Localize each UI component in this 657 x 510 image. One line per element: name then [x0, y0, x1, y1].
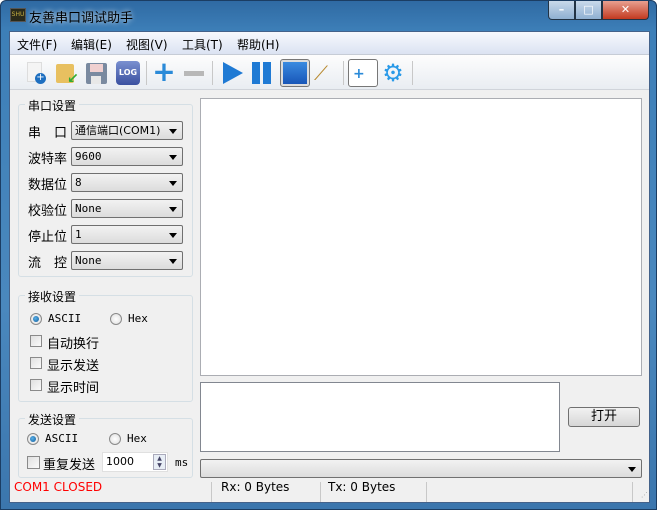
toolbar-separator: [212, 61, 213, 85]
data-bits-value: 8: [75, 176, 82, 189]
send-ascii-radio[interactable]: [27, 433, 39, 445]
send-ascii-label: ASCII: [45, 432, 79, 445]
send-settings-title: 发送设置: [25, 411, 80, 428]
save-icon[interactable]: [84, 61, 108, 85]
menu-tools[interactable]: 工具(T): [182, 36, 223, 53]
resize-grip-icon[interactable]: ⋰: [641, 491, 648, 499]
tx-count: Tx: 0 Bytes: [328, 480, 396, 494]
baud-rate-value: 9600: [75, 150, 102, 163]
play-icon[interactable]: [220, 61, 244, 85]
clear-broom-icon[interactable]: ⟋: [314, 61, 338, 85]
add-icon[interactable]: +: [152, 58, 176, 86]
toolbar: + ↙ LOG + ⟋ + ⚙: [10, 54, 649, 90]
send-hex-label: Hex: [127, 432, 147, 445]
window-title: 友善串口调试助手: [29, 11, 134, 26]
status-separator: [426, 482, 427, 502]
menu-bar: 文件(F) 编辑(E) 视图(V) 工具(T) 帮助(H): [10, 32, 649, 54]
receive-ascii-label: ASCII: [48, 312, 82, 325]
repeat-interval-input[interactable]: 1000 ▲ ▼: [102, 452, 168, 472]
port-label: 串 口: [28, 126, 68, 141]
menu-edit[interactable]: 编辑(E): [71, 36, 112, 53]
flow-control-select[interactable]: None: [71, 251, 183, 270]
menu-help[interactable]: 帮助(H): [237, 36, 279, 53]
interval-spinner[interactable]: ▲ ▼: [153, 454, 166, 470]
chevron-down-icon: [169, 181, 177, 186]
send-hex-radio[interactable]: [109, 433, 121, 445]
auto-wrap-label: 自动换行: [47, 337, 100, 352]
repeat-send-checkbox[interactable]: [27, 456, 40, 469]
baud-rate-label: 波特率: [28, 152, 68, 167]
show-time-label: 显示时间: [47, 381, 100, 396]
send-text-area[interactable]: [200, 382, 560, 452]
receive-settings-group: 接收设置: [18, 288, 193, 402]
client-area: 文件(F) 编辑(E) 视图(V) 工具(T) 帮助(H) + ↙ LOG + …: [9, 31, 650, 503]
app-window: SHU 友善串口调试助手 – □ ✕ 文件(F) 编辑(E) 视图(V) 工具(…: [0, 0, 657, 510]
show-sent-label: 显示发送: [47, 359, 100, 374]
parity-select[interactable]: None: [71, 199, 183, 218]
chevron-down-icon: [169, 233, 177, 238]
auto-wrap-checkbox[interactable]: [30, 335, 42, 347]
data-bits-select[interactable]: 8: [71, 173, 183, 192]
toolbar-separator: [343, 61, 344, 85]
status-separator: [632, 482, 633, 502]
app-icon: SHU: [10, 8, 26, 22]
baud-rate-select[interactable]: 9600: [71, 147, 183, 166]
show-time-checkbox[interactable]: [30, 379, 42, 391]
parity-label: 校验位: [28, 204, 68, 219]
receive-hex-label: Hex: [128, 312, 148, 325]
menu-view[interactable]: 视图(V): [126, 36, 168, 53]
rx-count: Rx: 0 Bytes: [221, 480, 290, 494]
flow-control-label: 流 控: [28, 256, 68, 271]
toolbar-separator: [412, 61, 413, 85]
serial-settings-title: 串口设置: [25, 97, 80, 114]
close-button[interactable]: ✕: [602, 1, 649, 20]
new-file-icon[interactable]: +: [24, 61, 48, 85]
remove-icon[interactable]: [182, 61, 206, 85]
chevron-down-icon: [169, 207, 177, 212]
log-icon[interactable]: LOG: [116, 61, 140, 85]
send-history-select[interactable]: [200, 459, 642, 478]
port-select[interactable]: 通信端口(COM1): [71, 121, 183, 140]
show-sent-checkbox[interactable]: [30, 357, 42, 369]
pause-icon[interactable]: [250, 61, 274, 85]
flow-control-value: None: [75, 254, 102, 267]
status-separator: [211, 482, 212, 502]
settings-gear-icon[interactable]: ⚙: [381, 61, 405, 85]
port-status: COM1 CLOSED: [14, 480, 103, 494]
stop-icon[interactable]: [280, 59, 310, 87]
parity-value: None: [75, 202, 102, 215]
stop-bits-value: 1: [75, 228, 82, 241]
chevron-down-icon: [169, 155, 177, 160]
open-port-button[interactable]: 打开: [568, 407, 640, 427]
chevron-down-icon: [628, 467, 636, 472]
receive-ascii-radio[interactable]: [30, 313, 42, 325]
minimize-button[interactable]: –: [548, 1, 575, 20]
receive-settings-title: 接收设置: [25, 288, 80, 305]
repeat-send-label: 重复发送: [43, 458, 96, 473]
maximize-button[interactable]: □: [575, 1, 602, 20]
data-bits-label: 数据位: [28, 178, 68, 193]
port-value: 通信端口(COM1): [75, 124, 161, 137]
stop-bits-label: 停止位: [28, 230, 68, 245]
chevron-down-icon: [169, 259, 177, 264]
repeat-interval-value: 1000: [106, 455, 134, 468]
open-folder-icon[interactable]: ↙: [54, 61, 79, 87]
stop-bits-select[interactable]: 1: [71, 225, 183, 244]
receive-hex-radio[interactable]: [110, 313, 122, 325]
chevron-down-icon: [169, 129, 177, 134]
interval-unit: ms: [175, 456, 189, 469]
status-separator: [320, 482, 321, 502]
menu-file[interactable]: 文件(F): [17, 36, 57, 53]
new-window-icon[interactable]: +: [348, 59, 378, 87]
toolbar-separator: [146, 61, 147, 85]
receive-text-area[interactable]: [200, 98, 642, 376]
